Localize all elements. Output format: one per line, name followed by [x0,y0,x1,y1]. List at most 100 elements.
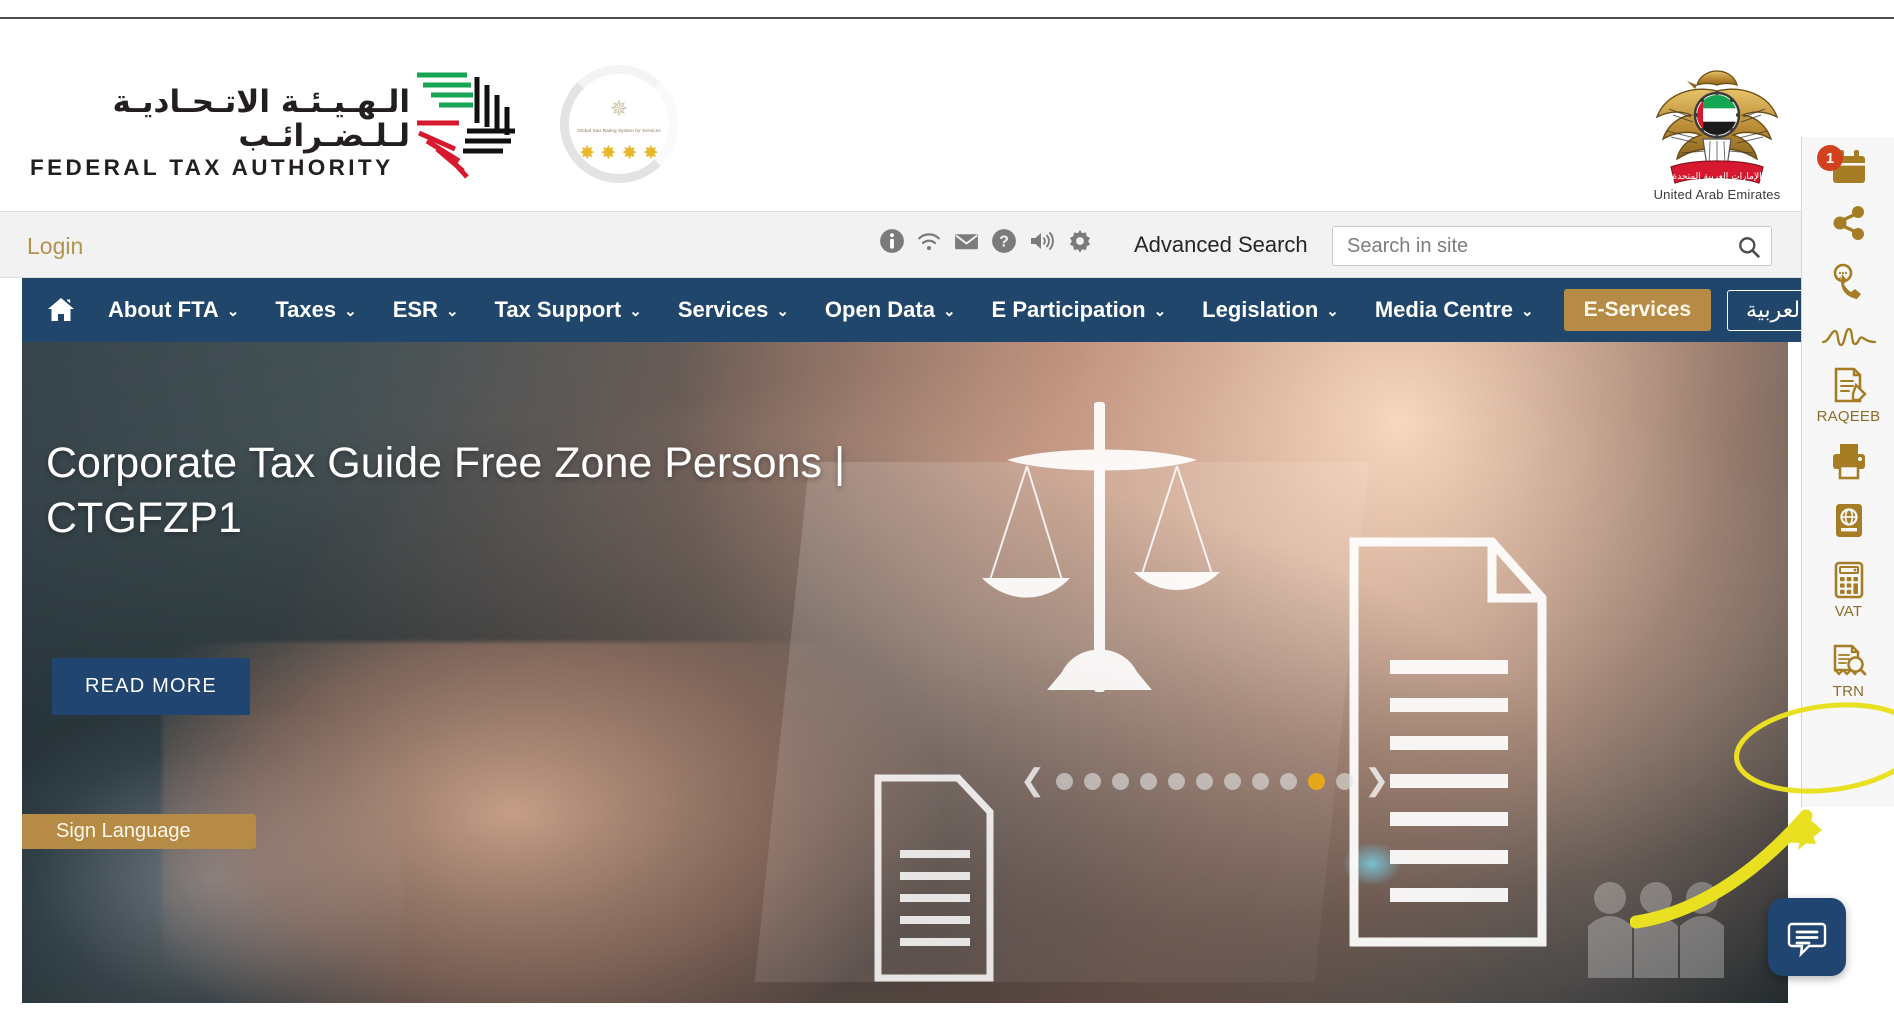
settings-gear-icon[interactable] [1067,228,1093,254]
carousel-dot-11[interactable] [1336,772,1354,790]
nav-label: Tax Support [494,297,622,322]
rail-label-raqeeb: RAQEEB [1816,408,1881,425]
calendar-notification-badge: 1 [1817,145,1843,171]
fta-logo-english-text: FEDERAL TAX AUTHORITY [30,155,394,180]
site-header: الـهـيـئـة الاتـحـاديـة لـلـضـرائـب FEDE… [0,19,1894,211]
carousel-dot-4[interactable] [1140,772,1158,790]
chevron-down-icon: ⌄ [226,303,240,320]
chat-widget-button[interactable] [1768,898,1846,976]
nav-item-media-centre[interactable]: Media Centre ⌄ [1357,278,1552,342]
carousel-next-button[interactable]: ❯ [1364,766,1389,796]
carousel-dot-1[interactable] [1056,772,1074,790]
nav-item-legislation[interactable]: Legislation ⌄ [1184,278,1357,342]
carousel-prev-button[interactable]: ❮ [1020,766,1045,796]
star-badge-ring [560,65,678,183]
nav-item-about-fta[interactable]: About FTA ⌄ [90,278,257,342]
chevron-down-icon: ⌄ [344,303,357,320]
rail-item-call-support[interactable] [1802,263,1894,305]
utility-bar: Login ? Advanced Search Search in site [0,211,1894,278]
nav-label: Legislation [1202,297,1319,322]
carousel-dot-3[interactable] [1112,772,1130,790]
search-box [1332,226,1772,266]
rail-item-trn-verification[interactable]: TRN [1802,640,1894,700]
eservices-button[interactable]: E-Services [1563,289,1712,331]
rail-item-share[interactable] [1802,203,1894,243]
speaker-icon[interactable] [1028,228,1056,254]
rss-icon[interactable] [916,228,942,254]
carousel-dot-7[interactable] [1224,772,1242,790]
nav-label: Open Data [824,297,935,322]
home-icon [48,298,74,321]
nav-item-taxes[interactable]: Taxes ⌄ [257,278,374,342]
rail-item-signature[interactable] [1802,323,1894,351]
printer-icon [1832,444,1865,480]
raqeeb-form-icon [1834,367,1867,403]
search-submit-button[interactable] [1737,235,1761,259]
nav-item-esr[interactable]: ESR ⌄ [375,278,477,342]
rail-item-raqeeb[interactable]: RAQEEB [1802,365,1894,425]
info-icon[interactable] [879,228,905,254]
chevron-down-icon: ⌄ [1521,303,1534,320]
carousel-dot-6[interactable] [1196,772,1214,790]
fta-logo-arabic-text: الـهـيـئـة الاتـحـاديـة لـلـضـرائـب [112,84,410,154]
search-input[interactable] [1347,227,1717,265]
nav-item-services[interactable]: Services ⌄ [660,278,807,342]
nav-label: Taxes [275,297,337,322]
nav-item-e-participation[interactable]: E Participation ⌄ [974,278,1185,342]
nav-label: About FTA [108,297,219,322]
carousel-dot-2[interactable] [1084,772,1102,790]
help-icon[interactable]: ? [991,228,1017,254]
chevron-down-icon: ⌄ [942,303,956,320]
floating-quick-links-rail: 1 RAQEEB VAT TRN [1801,137,1894,807]
global-star-rating-badge: ✵ Global Star Rating System for Services… [560,65,678,183]
signature-icon [1821,327,1876,347]
star-badge-crest-icon: ✵ [609,96,629,121]
rail-item-passport[interactable] [1802,500,1894,542]
carousel-dot-5[interactable] [1168,772,1186,790]
carousel-dot-8[interactable] [1252,772,1270,790]
sign-language-button[interactable]: Sign Language [22,814,256,849]
star-badge-title-en: Global Star Rating System for Services [577,128,661,133]
rail-label-trn: TRN [1832,683,1865,700]
utility-icon-group: ? [879,228,1093,254]
hero-slide-title: Corporate Tax Guide Free Zone Persons | … [46,439,846,542]
svg-text:الإمارات العربية المتحدة: الإمارات العربية المتحدة [1672,172,1761,182]
nav-item-open-data[interactable]: Open Data ⌄ [807,278,974,342]
share-icon [1833,206,1864,240]
star-badge-stars: ✸ ✸ ✸ ✸ [579,143,659,164]
carousel-controls: ❮ ❯ [1020,766,1389,796]
nav-home-link[interactable] [46,278,90,342]
rail-item-print[interactable] [1802,440,1894,482]
login-link[interactable]: Login [27,233,83,260]
chevron-down-icon: ⌄ [445,303,459,320]
page-bottom-fill [0,1003,1894,1017]
carousel-dot-10[interactable] [1308,772,1326,790]
call-support-icon [1833,263,1861,299]
main-navigation: About FTA ⌄ Taxes ⌄ ESR ⌄ Tax Support ⌄ … [22,278,1894,342]
chevron-down-icon: ⌄ [1326,303,1339,320]
chevron-down-icon: ⌄ [629,303,642,320]
uae-emblem-caption: United Arab Emirates [1653,187,1781,202]
passport-icon [1835,504,1862,537]
read-more-button[interactable]: READ MORE [52,658,250,715]
fta-logo[interactable]: الـهـيـئـة الاتـحـاديـة لـلـضـرائـب FEDE… [30,84,440,180]
hero-carousel[interactable]: Corporate Tax Guide Free Zone Persons | … [22,342,1788,1003]
email-icon[interactable] [953,228,980,254]
rail-item-calendar[interactable]: 1 [1802,145,1894,191]
hero-blue-glow [1342,842,1402,886]
nav-item-tax-support[interactable]: Tax Support ⌄ [477,278,660,342]
carousel-dot-9[interactable] [1280,772,1298,790]
svg-text:?: ? [999,234,1009,251]
hero-left-gutter [0,342,22,1003]
calculator-icon [1834,561,1863,599]
page-root: الـهـيـئـة الاتـحـاديـة لـلـضـرائـب FEDE… [0,0,1894,1017]
rail-label-vat: VAT [1834,603,1863,620]
rail-item-vat-calculator[interactable]: VAT [1802,560,1894,620]
chevron-down-icon: ⌄ [1153,303,1167,320]
chat-bubble-icon [1787,922,1827,958]
trn-verify-icon [1833,644,1866,676]
nav-label: Media Centre [1374,297,1514,322]
nav-label: ESR [392,297,438,322]
advanced-search-link[interactable]: Advanced Search [1134,232,1308,258]
search-icon [1739,237,1760,258]
